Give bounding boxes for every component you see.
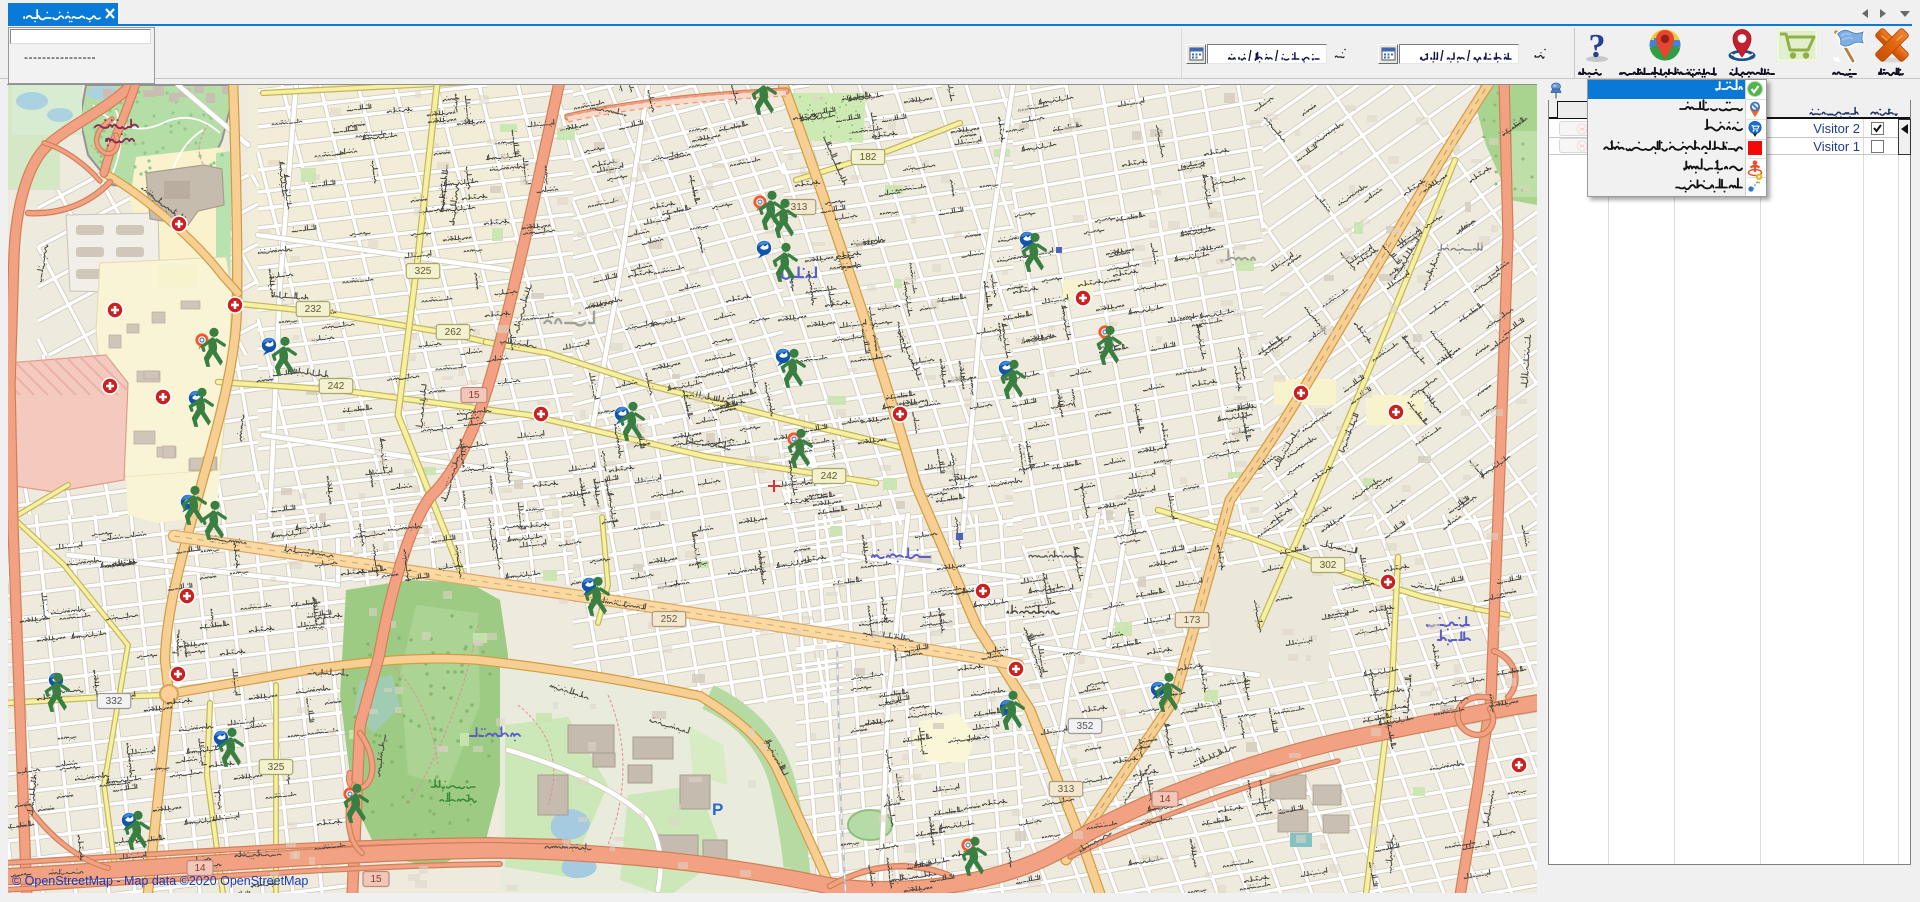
svg-text:262: 262 <box>445 327 462 338</box>
svg-text:325: 325 <box>268 762 285 773</box>
svg-text:15: 15 <box>468 390 480 401</box>
svg-text:173: 173 <box>1184 615 1201 626</box>
svg-text:15: 15 <box>370 874 382 885</box>
svg-text:242: 242 <box>821 471 838 482</box>
svg-text:P: P <box>712 800 723 819</box>
svg-text:?: ? <box>1589 30 1606 64</box>
svg-text:182: 182 <box>860 152 877 163</box>
svg-text:252: 252 <box>661 614 678 625</box>
svg-text:14: 14 <box>1159 794 1171 805</box>
svg-text:313: 313 <box>791 202 808 213</box>
svg-text:313: 313 <box>1058 784 1075 795</box>
svg-text:14: 14 <box>194 863 206 874</box>
svg-text:© OpenStreetMap - Map data ©20: © OpenStreetMap - Map data ©2020 OpenStr… <box>12 874 308 888</box>
svg-text:352: 352 <box>1077 721 1094 732</box>
svg-text:232: 232 <box>305 304 322 315</box>
svg-text:332: 332 <box>106 696 123 707</box>
svg-text:242: 242 <box>328 381 345 392</box>
svg-text:325: 325 <box>415 266 432 277</box>
svg-text:302: 302 <box>1320 560 1337 571</box>
